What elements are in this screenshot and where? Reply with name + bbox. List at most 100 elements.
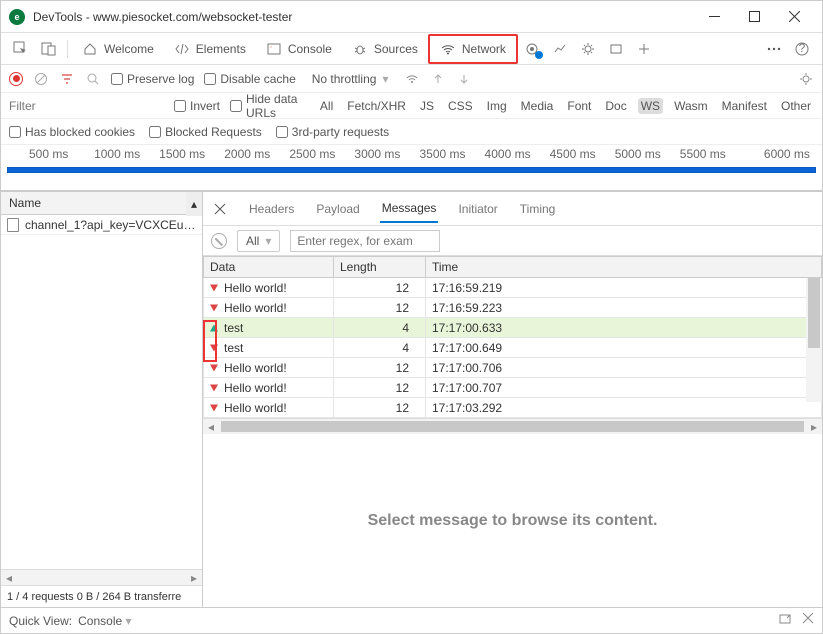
quick-view-label: Quick View: (9, 614, 72, 628)
message-type-select[interactable]: All▾ (237, 230, 280, 252)
table-row[interactable]: Hello world!1217:17:03.292 (204, 398, 822, 418)
filter-type-other[interactable]: Other (778, 98, 814, 114)
download-icon[interactable] (456, 71, 472, 87)
bug-icon (352, 41, 368, 57)
panel-icon[interactable] (602, 35, 630, 63)
plus-icon[interactable] (630, 35, 658, 63)
device-toggle-icon[interactable] (35, 35, 63, 63)
lighthouse-icon[interactable] (518, 35, 546, 63)
blocked-requests-checkbox[interactable]: Blocked Requests (149, 125, 262, 139)
tab-sources[interactable]: Sources (342, 34, 428, 64)
empty-message: Select message to browse its content. (203, 434, 822, 607)
app-favicon: e (9, 9, 25, 25)
issues-icon[interactable] (778, 612, 792, 629)
table-row[interactable]: Hello world!1217:16:59.223 (204, 298, 822, 318)
tab-elements[interactable]: Elements (164, 34, 256, 64)
quick-view-console[interactable]: Console ▾ (78, 614, 131, 628)
hide-data-urls-checkbox[interactable]: Hide data URLs (230, 92, 307, 120)
code-icon (174, 41, 190, 57)
tab-welcome[interactable]: Welcome (72, 34, 164, 64)
close-icon[interactable] (211, 200, 229, 218)
wifi-small-icon[interactable] (404, 71, 420, 87)
clear-messages-icon[interactable] (211, 233, 227, 249)
message-tabs: Headers Payload Messages Initiator Timin… (203, 192, 822, 226)
home-icon (82, 41, 98, 57)
message-pane: Headers Payload Messages Initiator Timin… (203, 191, 822, 607)
close-drawer-icon[interactable] (802, 612, 814, 629)
message-filter-bar: All▾ (203, 226, 822, 256)
has-blocked-cookies-checkbox[interactable]: Has blocked cookies (9, 125, 135, 139)
request-item[interactable]: channel_1?api_key=VCXCEu… (1, 215, 202, 235)
filter-type-font[interactable]: Font (564, 98, 594, 114)
scroll-up-icon[interactable]: ▴ (186, 192, 202, 216)
timeline-bar (7, 167, 816, 173)
table-row[interactable]: test417:17:00.633 (204, 318, 822, 338)
table-header-row[interactable]: DataLengthTime (204, 257, 822, 278)
chevron-down-icon: ▾ (265, 234, 271, 248)
clear-icon[interactable] (33, 71, 49, 87)
third-party-checkbox[interactable]: 3rd-party requests (276, 125, 389, 139)
chevron-down-icon: ▾ (126, 614, 132, 628)
tab-payload[interactable]: Payload (314, 196, 361, 222)
window-title: DevTools - www.piesocket.com/websocket-t… (33, 10, 292, 24)
chevron-down-icon: ▾ (382, 72, 388, 86)
tab-headers[interactable]: Headers (247, 196, 296, 222)
settings-gear-icon[interactable] (798, 71, 814, 87)
network-toolbar: Preserve log Disable cache No throttling… (1, 65, 822, 93)
help-icon[interactable]: ? (788, 35, 816, 63)
filter-icon[interactable] (59, 71, 75, 87)
search-icon[interactable] (85, 71, 101, 87)
console-icon (266, 41, 282, 57)
table-row[interactable]: Hello world!1217:17:00.707 (204, 378, 822, 398)
filter-type-all[interactable]: All (317, 98, 336, 114)
window-minimize[interactable] (694, 3, 734, 31)
quick-view-bar: Quick View: Console ▾ (1, 607, 822, 633)
message-regex-input[interactable] (290, 230, 440, 252)
timeline-overview[interactable]: 500 ms1000 ms1500 ms2000 ms2500 ms3000 m… (1, 145, 822, 191)
window-maximize[interactable] (734, 3, 774, 31)
h-scrollbar[interactable]: ◂▸ (203, 418, 822, 434)
inspect-icon[interactable] (7, 35, 35, 63)
messages-table: DataLengthTime Hello world!1217:16:59.21… (203, 256, 822, 418)
tab-messages[interactable]: Messages (380, 195, 439, 223)
filter-type-img[interactable]: Img (484, 98, 510, 114)
h-scrollbar[interactable]: ◂▸ (1, 569, 202, 585)
filter-type-js[interactable]: JS (417, 98, 437, 114)
request-status-line: 1 / 4 requests 0 B / 264 B transferre (1, 585, 202, 607)
filter-type-manifest[interactable]: Manifest (719, 98, 770, 114)
record-button[interactable] (9, 72, 23, 86)
window-close[interactable] (774, 3, 814, 31)
filter-type-doc[interactable]: Doc (602, 98, 629, 114)
filter-input[interactable] (9, 99, 164, 113)
wifi-icon (440, 41, 456, 57)
filter-type-wasm[interactable]: Wasm (671, 98, 711, 114)
invert-checkbox[interactable]: Invert (174, 99, 220, 113)
document-icon (7, 218, 19, 232)
filter-type-ws[interactable]: WS (638, 98, 663, 114)
table-row[interactable]: Hello world!1217:16:59.219 (204, 278, 822, 298)
tab-timing[interactable]: Timing (518, 196, 558, 222)
filter-type-media[interactable]: Media (518, 98, 557, 114)
request-list-pane: Name▴ channel_1?api_key=VCXCEu… ◂▸ 1 / 4… (1, 191, 203, 607)
timeline-labels: 500 ms1000 ms1500 ms2000 ms2500 ms3000 m… (1, 145, 822, 161)
tab-initiator[interactable]: Initiator (456, 196, 499, 222)
tab-console[interactable]: Console (256, 34, 342, 64)
table-row[interactable]: Hello world!1217:17:00.706 (204, 358, 822, 378)
upload-icon[interactable] (430, 71, 446, 87)
performance-icon[interactable] (546, 35, 574, 63)
v-scrollbar[interactable] (806, 278, 822, 402)
request-list-header[interactable]: Name▴ (1, 191, 202, 215)
throttling-select[interactable]: No throttling▾ (306, 70, 395, 88)
main-tabstrip: Welcome Elements Console Sources Network… (1, 33, 822, 65)
blocked-filters-row: Has blocked cookies Blocked Requests 3rd… (1, 119, 822, 145)
table-row[interactable]: test417:17:00.649 (204, 338, 822, 358)
svg-text:?: ? (799, 42, 806, 55)
filter-type-css[interactable]: CSS (445, 98, 476, 114)
preserve-log-checkbox[interactable]: Preserve log (111, 72, 194, 86)
disable-cache-checkbox[interactable]: Disable cache (204, 72, 295, 86)
tab-network[interactable]: Network (428, 34, 518, 64)
gear-icon[interactable] (574, 35, 602, 63)
filter-type-fetch[interactable]: Fetch/XHR (344, 98, 409, 114)
filter-types: All Fetch/XHR JS CSS Img Media Font Doc … (317, 98, 814, 114)
more-icon[interactable] (760, 35, 788, 63)
